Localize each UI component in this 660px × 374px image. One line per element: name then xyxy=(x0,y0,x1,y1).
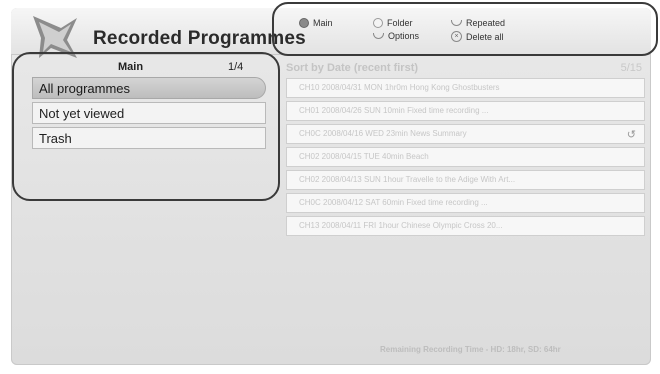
recording-row[interactable]: CH13 2008/04/11 FRI 1hour Chinese Olympi… xyxy=(286,216,645,236)
recording-row[interactable]: CH02 2008/04/15 TUE 40min Beach xyxy=(286,147,645,167)
recording-row-text: CH10 2008/04/31 MON 1hr0m Hong Kong Ghos… xyxy=(299,83,500,92)
recording-row-text: CH0C 2008/04/12 SAT 60min Fixed time rec… xyxy=(299,198,488,207)
recording-row-text: CH02 2008/04/13 SUN 1hour Travelle to th… xyxy=(299,175,516,184)
recording-row[interactable]: CH10 2008/04/31 MON 1hr0m Hong Kong Ghos… xyxy=(286,78,645,98)
remaining-time-text: Remaining Recording Time - HD: 18hr, SD:… xyxy=(380,345,561,354)
recording-row-text: CH01 2008/04/26 SUN 10min Fixed time rec… xyxy=(299,106,489,115)
repeat-icon: ↺ xyxy=(626,129,636,141)
recording-row-text: CH0C 2008/04/16 WED 23min News Summary xyxy=(299,129,467,138)
legend-highlight-outline xyxy=(272,2,658,56)
recording-list-header: Sort by Date (recent first) 5/15 xyxy=(286,62,642,78)
list-page-indicator: 5/15 xyxy=(620,62,642,74)
sort-heading: Sort by Date (recent first) xyxy=(286,62,419,74)
recording-row-text: CH02 2008/04/15 TUE 40min Beach xyxy=(299,152,429,161)
recording-row[interactable]: CH0C 2008/04/12 SAT 60min Fixed time rec… xyxy=(286,193,645,213)
category-highlight-outline xyxy=(12,52,280,201)
recording-row[interactable]: CH0C 2008/04/16 WED 23min News Summary ↺ xyxy=(286,124,645,144)
recording-row[interactable]: CH01 2008/04/26 SUN 10min Fixed time rec… xyxy=(286,101,645,121)
recording-row-text: CH13 2008/04/11 FRI 1hour Chinese Olympi… xyxy=(299,221,503,230)
recording-list: CH10 2008/04/31 MON 1hr0m Hong Kong Ghos… xyxy=(286,78,645,239)
recording-row[interactable]: CH02 2008/04/13 SUN 1hour Travelle to th… xyxy=(286,170,645,190)
